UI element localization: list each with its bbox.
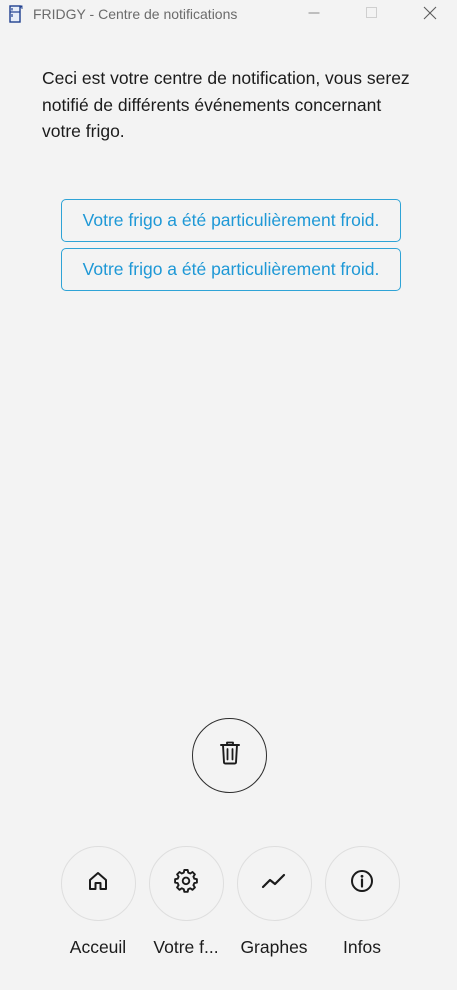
- title-bar[interactable]: FRIDGY - Centre de notifications: [0, 0, 457, 30]
- nav-label-graphes: Graphes: [240, 937, 308, 957]
- bottom-navigation: Acceuil Votre f... Graphes Infos: [0, 846, 457, 966]
- chart-line-icon: [261, 872, 287, 895]
- nav-button-votre-frigo[interactable]: [148, 846, 224, 921]
- minimize-icon: [308, 6, 320, 24]
- info-icon: [350, 869, 374, 898]
- window-title: FRIDGY - Centre de notifications: [33, 6, 238, 22]
- close-button[interactable]: [407, 0, 453, 30]
- nav-button-acceuil[interactable]: [60, 846, 136, 921]
- notification-item[interactable]: Votre frigo a été particulièrement froid…: [61, 199, 401, 242]
- close-icon: [423, 6, 437, 25]
- nav-button-graphes[interactable]: [236, 846, 312, 921]
- notification-item[interactable]: Votre frigo a été particulièrement froid…: [61, 248, 401, 291]
- notification-list: Votre frigo a été particulièrement froid…: [61, 199, 401, 297]
- app-window: FRIDGY - Centre de notifications Ceci es…: [0, 0, 457, 990]
- maximize-icon: [366, 6, 378, 24]
- home-icon: [87, 870, 109, 897]
- fridge-icon: [9, 5, 23, 23]
- nav-label-acceuil: Acceuil: [69, 937, 127, 957]
- trash-icon: [219, 741, 241, 770]
- nav-label-infos: Infos: [343, 937, 381, 957]
- delete-notifications-button[interactable]: [192, 718, 267, 793]
- intro-text: Ceci est votre centre de notification, v…: [42, 68, 410, 141]
- nav-button-infos[interactable]: [324, 846, 400, 921]
- minimize-button[interactable]: [291, 0, 337, 30]
- gear-icon: [174, 869, 198, 898]
- nav-label-votre-frigo: Votre f...: [153, 937, 219, 957]
- maximize-button[interactable]: [349, 0, 395, 30]
